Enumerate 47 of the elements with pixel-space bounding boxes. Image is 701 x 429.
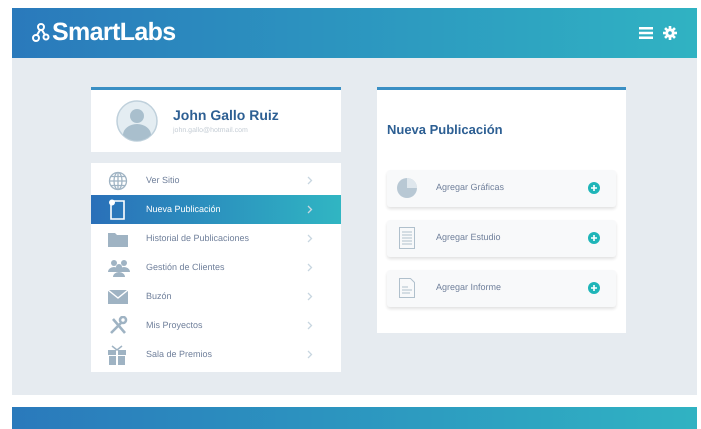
avatar-icon [116,100,158,142]
menu-label: Historial de Publicaciones [146,232,250,245]
plus-icon[interactable] [588,282,600,294]
chevron-icon [307,205,313,214]
menu-item[interactable]: Buzón [91,282,341,311]
menu-item[interactable]: Sala de Premios [91,340,341,369]
document-icon [108,198,128,220]
menu-item[interactable]: Historial de Publicaciones [91,224,341,253]
profile-name: John Gallo Ruiz [173,106,279,126]
menu-label: Mis Proyectos [146,318,204,332]
panel-title: Nueva Publicación [387,121,504,139]
menu-label: Ver Sitio [146,174,181,187]
globe-icon [108,170,128,190]
menu-item[interactable]: Ver Sitio [91,166,341,195]
menu-label: Buzón [146,290,173,303]
chevron-icon [307,321,313,330]
menu-item[interactable]: Nueva Publicación [91,195,341,224]
report-icon [399,278,415,298]
action-label: Agregar Estudio [436,231,502,244]
chevron-icon [307,263,313,272]
chevron-icon [307,350,313,359]
settings-icon[interactable] [663,26,677,40]
menu-label: Sala de Premios [146,348,214,361]
plus-icon[interactable] [588,232,600,244]
envelope-icon [108,290,128,304]
logo-icon [32,23,50,43]
people-icon [108,258,130,276]
menu-label: Nueva Publicación [146,202,222,216]
pie-chart-icon [396,177,418,199]
menu-icon[interactable] [639,27,653,39]
chevron-icon [307,292,313,301]
action-card[interactable]: Agregar Informe [387,270,616,306]
app-logo[interactable]: SmartLabs [52,14,176,52]
menu-label: Gestión de Clientes [146,260,226,274]
menu-item[interactable]: Gestión de Clientes [91,253,341,282]
folder-icon [108,230,128,246]
action-card[interactable]: Agregar Estudio [387,220,616,256]
plus-icon[interactable] [588,182,600,194]
action-label: Agregar Informe [436,281,502,294]
gift-icon [108,344,126,364]
menu-item[interactable]: Mis Proyectos [91,311,341,340]
chevron-icon [307,176,313,185]
chevron-icon [307,234,313,243]
action-card[interactable]: Agregar Gráficas [387,170,616,206]
tools-icon [108,316,128,336]
action-label: Agregar Gráficas [436,181,506,194]
form-icon [399,227,415,249]
